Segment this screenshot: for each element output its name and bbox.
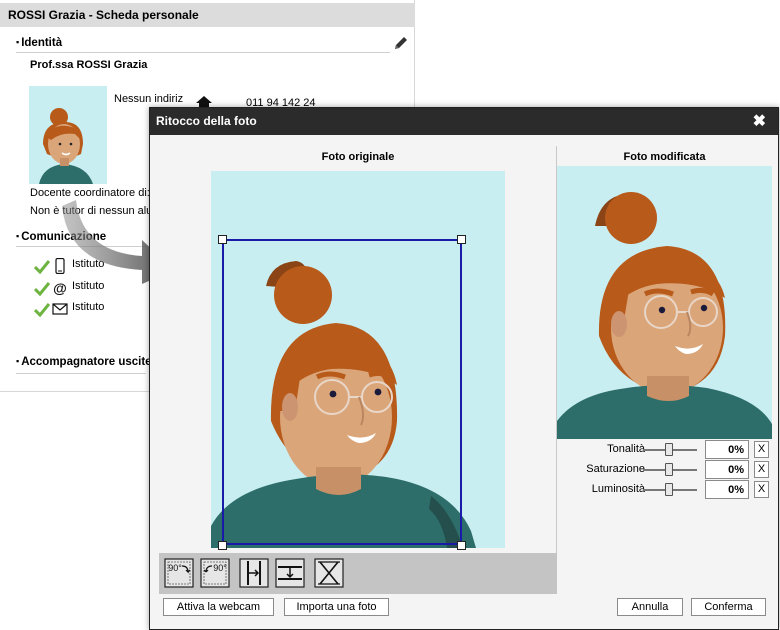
- slider-thumb[interactable]: [665, 463, 673, 476]
- section-identity-title: Identità: [16, 37, 62, 49]
- import-photo-button[interactable]: Importa una foto: [284, 598, 389, 616]
- section-companion-title: Accompagnatore uscite: [16, 356, 151, 368]
- flip-vertical-button[interactable]: [275, 558, 305, 588]
- slider-label: Saturazione: [586, 463, 645, 475]
- rotate-right-button[interactable]: 90°: [200, 558, 230, 588]
- coordinator-text: Docente coordinatore di:: [30, 187, 150, 199]
- divider: [16, 52, 390, 53]
- crop-handle-bottom-left[interactable]: [218, 541, 227, 550]
- envelope-icon: [52, 303, 68, 315]
- address-text: Nessun indiriz: [114, 93, 184, 105]
- divider: [16, 373, 146, 374]
- hue-value-input[interactable]: 0%: [705, 440, 749, 459]
- original-photo-title: Foto originale: [321, 151, 395, 163]
- rotate-left-label: 90°: [168, 563, 182, 573]
- rotate-left-button[interactable]: 90°: [164, 558, 194, 588]
- slider-brightness: Luminosità 0% X: [557, 480, 772, 500]
- comm-label: Istituto: [72, 301, 105, 313]
- photo-edit-dialog: Ritocco della foto ✖ Foto originale Foto…: [149, 107, 779, 630]
- hue-reset-button[interactable]: X: [754, 441, 769, 458]
- slider-hue: Tonalità 0% X: [557, 440, 772, 460]
- reset-crop-button[interactable]: [314, 558, 344, 588]
- brightness-reset-button[interactable]: X: [754, 481, 769, 498]
- crop-frame[interactable]: [222, 239, 462, 545]
- teacher-name: Prof.ssa ROSSI Grazia: [30, 59, 148, 71]
- rotate-right-label: 90°: [213, 563, 227, 573]
- crop-handle-top-left[interactable]: [218, 235, 227, 244]
- confirm-button[interactable]: Conferma: [691, 598, 766, 616]
- percent-unit: %: [734, 484, 744, 496]
- slider-label: Tonalità: [607, 443, 645, 455]
- photo-toolbar: 90° 90°: [159, 553, 557, 594]
- brightness-value-input[interactable]: 0%: [705, 480, 749, 499]
- crop-handle-top-right[interactable]: [457, 235, 466, 244]
- saturation-reset-button[interactable]: X: [754, 461, 769, 478]
- check-icon: [34, 260, 50, 274]
- slider-label: Luminosità: [591, 483, 645, 495]
- close-icon[interactable]: ✖: [753, 108, 766, 135]
- cancel-button[interactable]: Annulla: [617, 598, 683, 616]
- saturation-value-input[interactable]: 0%: [705, 460, 749, 479]
- card-title: ROSSI Grazia - Scheda personale: [0, 3, 415, 27]
- percent-unit: %: [734, 444, 744, 456]
- slider-thumb[interactable]: [665, 443, 673, 456]
- check-icon: [34, 282, 50, 296]
- modified-photo: [557, 166, 772, 439]
- edit-pencil-icon[interactable]: [393, 35, 409, 51]
- profile-photo-thumbnail[interactable]: [29, 86, 107, 184]
- modified-photo-title: Foto modificata: [623, 151, 706, 163]
- crop-handle-bottom-right[interactable]: [457, 541, 466, 550]
- dialog-title: Ritocco della foto: [150, 108, 778, 135]
- slider-saturation: Saturazione 0% X: [557, 460, 772, 480]
- webcam-button[interactable]: Attiva la webcam: [163, 598, 274, 616]
- slider-thumb[interactable]: [665, 483, 673, 496]
- check-icon: [34, 303, 50, 317]
- percent-unit: %: [734, 464, 744, 476]
- flip-horizontal-button[interactable]: [239, 558, 269, 588]
